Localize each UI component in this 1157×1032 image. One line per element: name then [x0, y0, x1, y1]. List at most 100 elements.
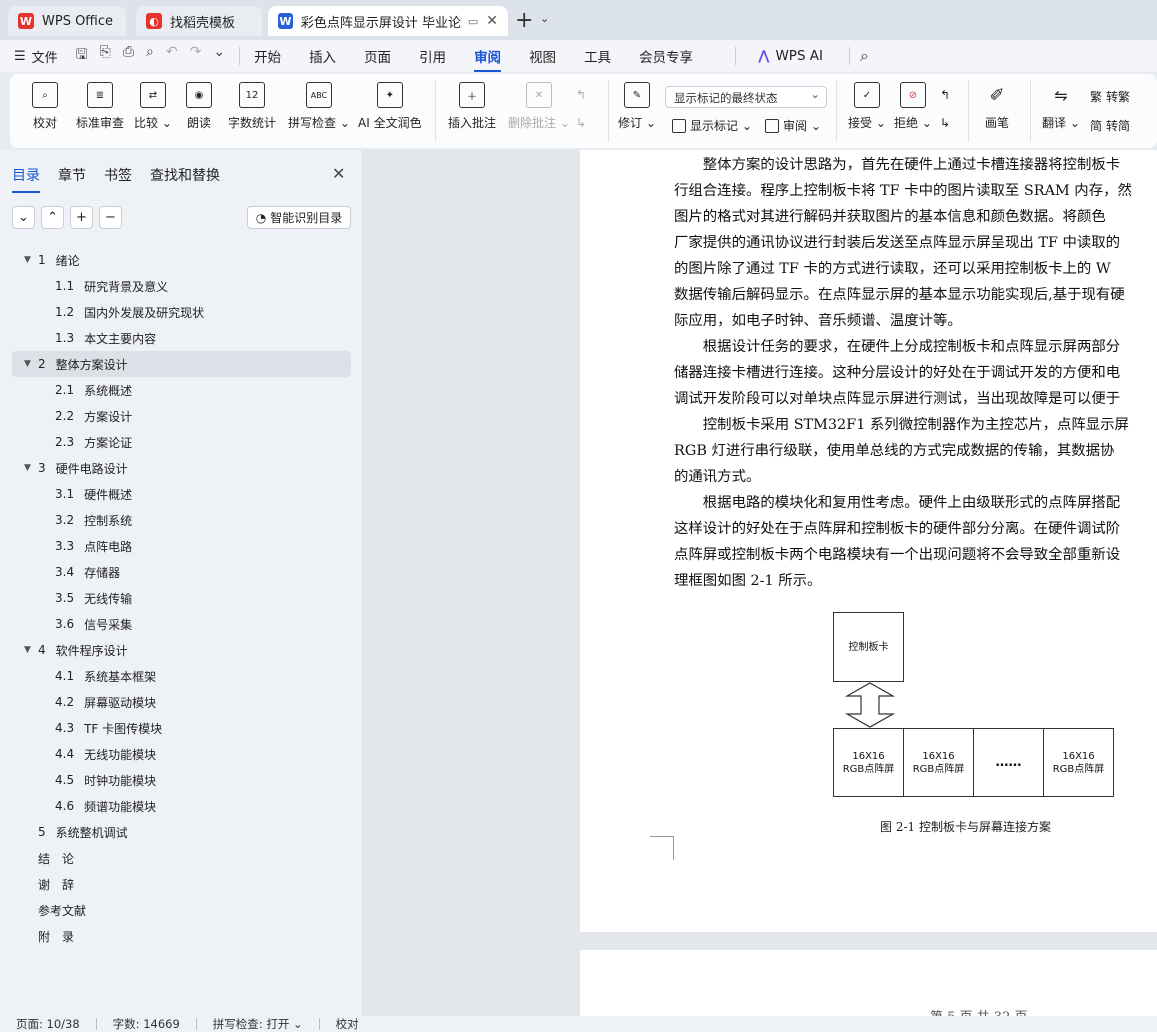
toc-item[interactable]: 4.1 系统基本框架 — [12, 663, 351, 689]
tab-find-replace[interactable]: 查找和替换 — [150, 165, 220, 185]
print-icon[interactable]: ⎙ — [123, 44, 134, 68]
export-icon[interactable]: ⎘ — [100, 44, 111, 68]
tab-bookmarks[interactable]: 书签 — [104, 165, 132, 185]
tab-wps-office[interactable]: W WPS Office — [8, 6, 126, 36]
toc-item[interactable]: 1.3 本文主要内容 — [12, 325, 351, 351]
proofread-button[interactable]: ⌕ 校对 — [32, 82, 58, 131]
spell-check-button[interactable]: ABC 拼写检查 ⌄ — [288, 82, 350, 131]
toc-item[interactable]: 4.2 屏幕驱动模块 — [12, 689, 351, 715]
translate-icon: ⇋ — [1054, 85, 1068, 105]
caret-down-icon[interactable]: ▼ — [24, 255, 38, 265]
print-preview-icon[interactable]: ⌕ — [146, 44, 154, 68]
toc-item[interactable]: 结 论 — [12, 845, 351, 871]
toc-item[interactable]: 3.1 硬件概述 — [12, 481, 351, 507]
menu-references[interactable]: 引用 — [419, 46, 446, 66]
markup-mode-select[interactable]: 显示标记的最终状态 — [665, 86, 827, 108]
standard-review-button[interactable]: ≣ 标准审查 — [76, 82, 124, 131]
status-proofread[interactable]: 校对 — [336, 1016, 359, 1032]
status-spell-check[interactable]: 拼写检查: 打开 ⌄ — [213, 1016, 303, 1032]
prev-comment-icon[interactable]: ↰ — [576, 88, 586, 102]
toc-item[interactable]: 3.3 点阵电路 — [12, 533, 351, 559]
toc-item[interactable]: 4.3 TF 卡图传模块 — [12, 715, 351, 741]
prev-change-icon[interactable]: ↰ — [940, 88, 950, 102]
chevron-down-icon[interactable]: ⌄ — [12, 206, 35, 229]
review-pane-button[interactable]: 审阅 ⌄ — [765, 117, 821, 134]
read-aloud-button[interactable]: ◉ 朗读 — [186, 82, 212, 131]
caret-down-icon[interactable]: ▼ — [24, 463, 38, 473]
toc-item[interactable]: 3.2 控制系统 — [12, 507, 351, 533]
toc-item[interactable]: 1.1 研究背景及意义 — [12, 273, 351, 299]
insert-comment-button[interactable]: ＋ 插入批注 — [448, 82, 496, 131]
redo-icon[interactable]: ↷ — [190, 44, 202, 68]
tab-document[interactable]: W 彩色点阵显示屏设计 毕业论文 ▭ ✕ — [268, 6, 508, 36]
menu-member[interactable]: 会员专享 — [639, 46, 693, 66]
close-icon[interactable]: ✕ — [332, 164, 345, 183]
toc-item[interactable]: 谢 辞 — [12, 871, 351, 897]
screen-icon[interactable]: ▭ — [468, 15, 478, 28]
toc-item[interactable]: 4.5 时钟功能模块 — [12, 767, 351, 793]
toc-item[interactable]: 4.6 频谱功能模块 — [12, 793, 351, 819]
compare-button[interactable]: ⇄ 比较 ⌄ — [134, 82, 172, 131]
toc-item[interactable]: 附 录 — [12, 923, 351, 949]
toc-item-label: 点阵电路 — [84, 539, 133, 554]
to-traditional-button[interactable]: 繁 转繁 — [1090, 88, 1130, 105]
pen-button[interactable]: ✐ 画笔 — [984, 82, 1010, 131]
menu-review[interactable]: 审阅 — [474, 46, 502, 72]
toc-item[interactable]: ▼ 3 硬件电路设计 — [12, 455, 351, 481]
plus-icon[interactable]: + — [70, 206, 93, 229]
toc-item[interactable]: 1.2 国内外发展及研究现状 — [12, 299, 351, 325]
tab-docer[interactable]: ◐ 找稻壳模板 — [136, 6, 262, 36]
toc-item[interactable]: 4.4 无线功能模块 — [12, 741, 351, 767]
undo-icon[interactable]: ↶ — [166, 44, 178, 68]
toc-item[interactable]: 参考文献 — [12, 897, 351, 923]
toc-item-label: 屏幕驱动模块 — [84, 695, 157, 710]
tab-sections[interactable]: 章节 — [58, 165, 86, 185]
show-markup-button[interactable]: 显示标记 ⌄ — [672, 117, 752, 134]
toc-item-label: TF 卡图传模块 — [84, 721, 163, 736]
toc-item[interactable]: ▼ 1 绪论 — [12, 247, 351, 273]
next-comment-icon[interactable]: ↳ — [576, 116, 586, 130]
menu-tools[interactable]: 工具 — [584, 46, 611, 66]
toc-item[interactable]: 3.4 存储器 — [12, 559, 351, 585]
toc-item[interactable]: 2.3 方案论证 — [12, 429, 351, 455]
document-line: 的通讯方式。 — [674, 469, 761, 485]
close-icon[interactable]: ✕ — [486, 13, 498, 29]
toc-item[interactable]: ▼ 4 软件程序设计 — [12, 637, 351, 663]
minus-icon[interactable]: − — [99, 206, 122, 229]
new-tab-icon[interactable]: + — [515, 8, 533, 33]
toc-item[interactable]: 2.1 系统概述 — [12, 377, 351, 403]
wps-ai-button[interactable]: ⋀ WPS AI — [758, 48, 823, 64]
search-icon[interactable]: ⌕ — [860, 46, 869, 66]
translate-button[interactable]: ⇋ 翻译 ⌄ — [1042, 82, 1080, 131]
caret-down-icon[interactable]: ▼ — [24, 645, 38, 655]
menu-insert[interactable]: 插入 — [309, 46, 336, 66]
accept-button[interactable]: ✓ 接受 ⌄ — [848, 82, 886, 131]
status-page[interactable]: 页面: 10/38 — [16, 1016, 80, 1032]
word-count-button[interactable]: 12 字数统计 — [228, 82, 276, 131]
save-icon[interactable]: 🖫 — [76, 44, 88, 68]
to-simplified-button[interactable]: 简 转简 — [1090, 117, 1130, 134]
ai-polish-button[interactable]: ✦ AI 全文润色 — [358, 82, 422, 131]
track-changes-button[interactable]: ✎ 修订 ⌄ — [618, 82, 656, 131]
chevron-down-icon[interactable]: ⌄ — [540, 12, 549, 25]
menu-page[interactable]: 页面 — [364, 46, 391, 66]
toc-item[interactable]: 3.5 无线传输 — [12, 585, 351, 611]
file-menu[interactable]: ☰ 文件 — [14, 47, 58, 66]
menu-view[interactable]: 视图 — [529, 46, 556, 66]
toc-item-label: 国内外发展及研究现状 — [84, 305, 205, 320]
status-word-count[interactable]: 字数: 14669 — [113, 1016, 180, 1032]
toc-item[interactable]: ▼ 2 整体方案设计 — [12, 351, 351, 377]
reject-button[interactable]: ⊘ 拒绝 ⌄ — [894, 82, 932, 131]
chevron-up-icon[interactable]: ⌃ — [41, 206, 64, 229]
toc-item[interactable]: 5 系统整机调试 — [12, 819, 351, 845]
document-body[interactable]: 整体方案的设计思路为，首先在硬件上通过卡槽连接器将控制板卡 行组合连接。程序上控制… — [674, 152, 1157, 594]
caret-down-icon[interactable]: ▼ — [24, 359, 38, 369]
tab-toc[interactable]: 目录 — [12, 165, 40, 193]
toc-item[interactable]: 3.6 信号采集 — [12, 611, 351, 637]
delete-comment-button[interactable]: ✕ 删除批注 ⌄ — [508, 82, 570, 131]
smart-toc-button[interactable]: ◔ 智能识别目录 — [247, 206, 351, 229]
chevron-down-icon[interactable]: ⌄ — [213, 44, 225, 68]
toc-item[interactable]: 2.2 方案设计 — [12, 403, 351, 429]
menu-home[interactable]: 开始 — [254, 46, 281, 66]
next-change-icon[interactable]: ↳ — [940, 116, 950, 130]
